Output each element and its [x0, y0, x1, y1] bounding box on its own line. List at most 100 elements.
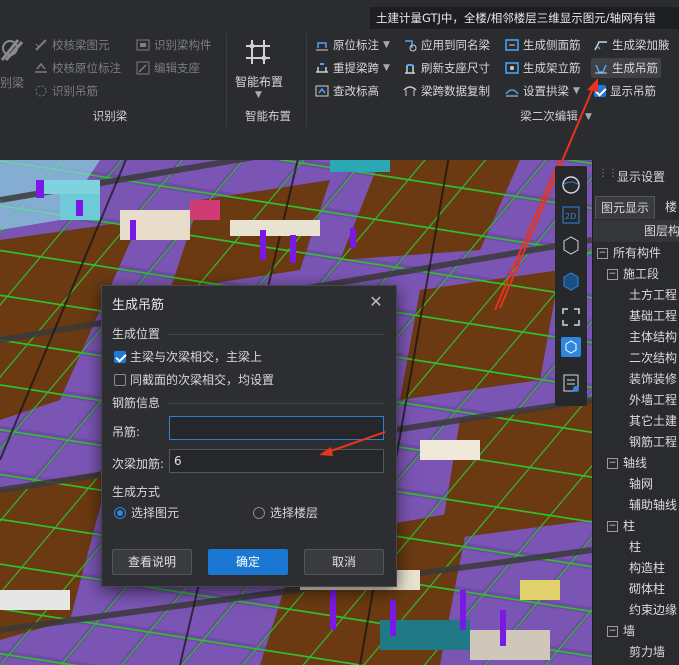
check-annotation-button[interactable]: 校核原位标注: [34, 58, 121, 78]
option-same-section[interactable]: 同截面的次梁相交，均设置: [114, 371, 274, 388]
tree-item[interactable]: 二次结构: [597, 348, 679, 369]
tree-item-label: 轴网: [629, 477, 654, 491]
cancel-button[interactable]: 取消: [304, 549, 384, 575]
tree-item[interactable]: 约束边缘: [597, 600, 679, 621]
3d-box-icon[interactable]: [560, 234, 582, 256]
expand-toggle-icon[interactable]: −: [597, 248, 608, 259]
layer-tree: − 所有构件 − 施工段 土方工程 基础工程 主体结构 二次结构 装饰装修 外墙工程 其它土建 钢筋工…: [597, 243, 679, 663]
tree-item[interactable]: − 所有构件: [597, 243, 679, 264]
tree-item-label: 构造柱: [629, 561, 666, 575]
apply-same-beam-button[interactable]: 应用到同名梁: [403, 35, 490, 55]
display-settings-panel: ⋮⋮ 显示设置 图元显示 楼 图层构 − 所有构件 − 施工段 土方工程 基础工程 主体结构…: [592, 160, 679, 665]
tree-item[interactable]: 构造柱: [597, 558, 679, 579]
tree-column-header: 图层构: [593, 220, 679, 242]
check-annotation-icon: [34, 61, 48, 75]
divider: [168, 334, 384, 335]
tree-item-label: 所有构件: [613, 246, 662, 260]
tree-item[interactable]: − 柱: [597, 516, 679, 537]
section-rebar-title: 钢筋信息: [112, 396, 161, 410]
edit-support-button[interactable]: 编辑支座: [136, 58, 200, 78]
tree-item[interactable]: 外墙工程: [597, 390, 679, 411]
tree-item[interactable]: 轴网: [597, 474, 679, 495]
option2-checkbox[interactable]: [114, 373, 126, 386]
recognize-beam-label: 别梁: [0, 76, 25, 90]
fit-view-icon[interactable]: [560, 306, 582, 328]
option-main-secondary[interactable]: 主梁与次梁相交，主梁上: [114, 348, 262, 365]
property-view-icon[interactable]: [560, 372, 582, 394]
recognize-member-label: 识别梁构件: [154, 38, 212, 52]
tree-item-label: 砌体柱: [629, 582, 666, 596]
tree-item[interactable]: 砌体柱: [597, 579, 679, 600]
side-rebar-label: 生成侧面筋: [523, 38, 581, 52]
secondary-beam-label: 次梁加筋:: [112, 457, 165, 471]
option2-label: 同截面的次梁相交，均设置: [130, 373, 275, 387]
elevation-icon: [315, 84, 329, 98]
tree-item[interactable]: 主体结构: [597, 327, 679, 348]
expand-toggle-icon[interactable]: −: [607, 521, 618, 532]
expand-toggle-icon[interactable]: −: [607, 626, 618, 637]
check-beam-button[interactable]: 校核梁图元: [34, 35, 110, 55]
check-beam-icon: [34, 38, 48, 52]
tree-item-label: 施工段: [623, 267, 660, 281]
check-elevation-button[interactable]: 查改标高: [315, 81, 379, 101]
drag-handle-icon[interactable]: ⋮⋮: [598, 168, 618, 179]
refresh-support-button[interactable]: 刷新支座尺寸: [403, 58, 490, 78]
radio-select-element[interactable]: 选择图元: [114, 504, 179, 521]
tab-element-display[interactable]: 图元显示: [595, 196, 656, 219]
gen-haunch-button[interactable]: 生成梁加腋: [594, 35, 670, 55]
view-help-button[interactable]: 查看说明: [112, 549, 192, 575]
expand-toggle-icon[interactable]: −: [607, 458, 618, 469]
hanger-label: 吊筋:: [112, 425, 141, 439]
smart-layout-button[interactable]: 智能布置: [235, 73, 283, 90]
haunch-label: 生成梁加腋: [612, 38, 670, 52]
option1-checkbox[interactable]: [114, 350, 126, 363]
tree-item[interactable]: 钢筋工程: [597, 432, 679, 453]
recognize-hanger-button[interactable]: 识别吊筋: [34, 81, 98, 101]
tree-item[interactable]: 土方工程: [597, 285, 679, 306]
separator: [306, 34, 307, 126]
tree-item[interactable]: 剪力墙: [597, 642, 679, 663]
layer-view-icon[interactable]: [560, 336, 582, 358]
inplace-annotation-label: 原位标注: [333, 38, 379, 52]
option1-label: 主梁与次梁相交，主梁上: [130, 350, 263, 364]
chevron-down-icon[interactable]: ▼: [383, 63, 390, 73]
tree-item-label: 约束边缘: [629, 603, 678, 617]
tree-item[interactable]: 其它土建: [597, 411, 679, 432]
annotation-arrow-input: [319, 431, 386, 456]
2d-view-icon[interactable]: 2D: [560, 204, 582, 226]
radio2-label: 选择楼层: [270, 506, 319, 520]
recognize-beam-icon[interactable]: [0, 36, 24, 64]
chevron-down-icon[interactable]: ▼: [383, 40, 390, 50]
tree-item[interactable]: 基础工程: [597, 306, 679, 327]
tree-item[interactable]: 辅助轴线: [597, 495, 679, 516]
cube-view-icon[interactable]: [560, 270, 582, 292]
group-label-smart-layout: 智能布置: [245, 109, 291, 123]
tree-item-label: 二次结构: [629, 351, 678, 365]
expand-toggle-icon[interactable]: −: [607, 269, 618, 280]
tree-item-label: 其它土建: [629, 414, 678, 428]
tree-item[interactable]: 柱: [597, 537, 679, 558]
group-label-recognize-beam: 识别梁: [92, 109, 128, 123]
smart-layout-icon[interactable]: [242, 36, 274, 68]
radio1-button[interactable]: [114, 506, 126, 519]
ok-button[interactable]: 确定: [208, 549, 288, 575]
recognize-beam-member-button[interactable]: 识别梁构件: [136, 35, 212, 55]
section-method-title: 生成方式: [112, 485, 161, 499]
orbit-icon[interactable]: [560, 174, 582, 196]
tree-item-label: 轴线: [623, 456, 648, 470]
inplace-annotation-button[interactable]: 原位标注 ▼: [315, 35, 390, 55]
chevron-down-icon[interactable]: ▼: [255, 90, 262, 100]
gen-side-rebar-button[interactable]: 生成侧面筋: [505, 35, 581, 55]
check-elevation-label: 查改标高: [333, 84, 379, 98]
close-icon[interactable]: ✕: [368, 294, 384, 310]
copy-span-data-button[interactable]: 梁跨数据复制: [403, 81, 490, 101]
radio2-button[interactable]: [253, 506, 265, 519]
tab-floor[interactable]: 楼: [665, 196, 677, 218]
dialog-title: 生成吊筋: [112, 298, 165, 313]
tree-item[interactable]: − 墙: [597, 621, 679, 642]
tree-item[interactable]: − 轴线: [597, 453, 679, 474]
tree-item[interactable]: − 施工段: [597, 264, 679, 285]
radio-select-floor[interactable]: 选择楼层: [253, 504, 318, 521]
tree-item[interactable]: 装饰装修: [597, 369, 679, 390]
re-extract-span-button[interactable]: 重提梁跨 ▼: [315, 58, 390, 78]
